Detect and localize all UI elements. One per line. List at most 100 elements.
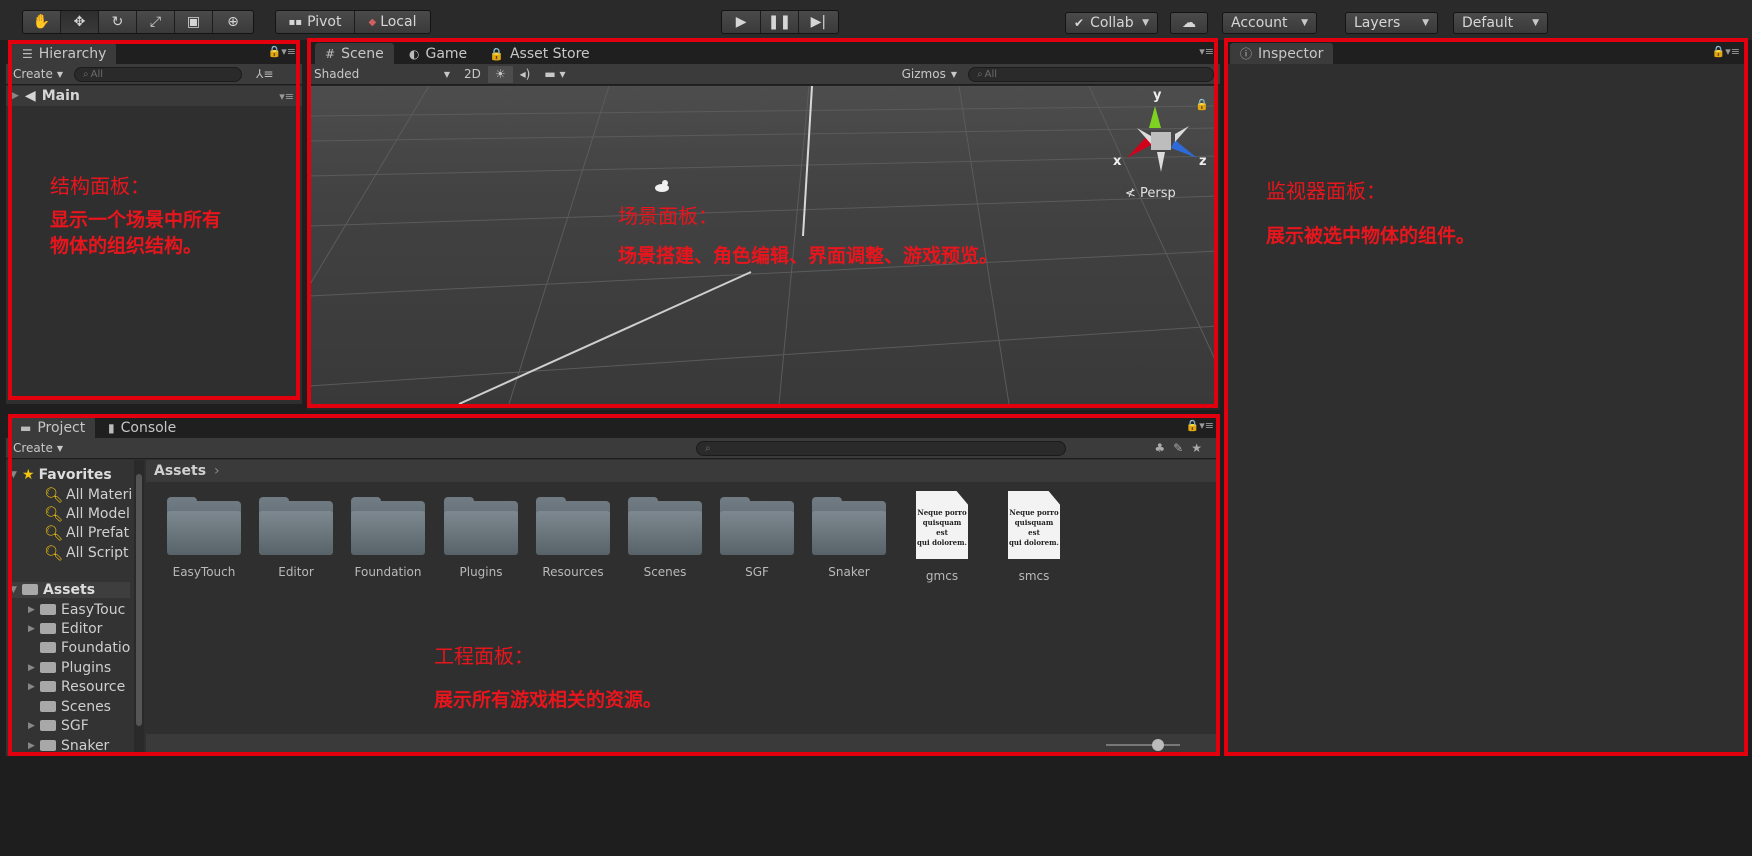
scene-annotation-desc: 场景搭建、角色编辑、界面调整、游戏预览。 [618, 245, 999, 267]
asset-folder[interactable]: Foundation [343, 497, 433, 579]
panel-menu-icon[interactable]: 🔒▾≡ [1712, 45, 1740, 58]
collab-dropdown[interactable]: ✔ Collab ▼ [1065, 12, 1158, 34]
rect-icon[interactable]: ▣ [175, 11, 213, 33]
chevron-down-icon: ▼ [1422, 18, 1429, 28]
asset-folder[interactable]: Plugins [436, 497, 526, 579]
panel-menu-icon[interactable]: 🔒▾≡ [1186, 419, 1214, 432]
tab-inspector[interactable]: ⓘ Inspector [1230, 43, 1334, 64]
scale-icon[interactable]: ⤢ [137, 11, 175, 33]
favorites-label: Favorites [38, 467, 112, 483]
tab-project[interactable]: ▬ Project [10, 417, 96, 438]
effects-icon[interactable]: ▬ ▾ [537, 66, 572, 83]
audio-icon[interactable]: ◂) [513, 66, 538, 83]
shading-mode-dropdown[interactable]: Shaded ▼ [307, 66, 457, 83]
folder-icon [40, 603, 56, 615]
asset-folder[interactable]: Editor [251, 497, 341, 579]
scene-menu-icon[interactable]: ▾≡ [279, 90, 294, 103]
cloud-button[interactable]: ☁ [1170, 12, 1208, 34]
hierarchy-search-input[interactable]: ⌕ All [74, 66, 243, 82]
favorites-row[interactable]: ▼ ★ Favorites [10, 467, 112, 483]
project-folder-tree: ▼ ★ Favorites 🔍︎ All Materi 🔍︎ All Model 🔍… [6, 460, 144, 756]
tree-folder[interactable]: Foundatio [28, 640, 130, 656]
folder-icon [628, 497, 702, 555]
hierarchy-create-button[interactable]: Create ▼ [6, 66, 70, 83]
orientation-gizmo[interactable]: y x z ≮ Persp [1113, 88, 1207, 206]
step-icon[interactable]: ▶| [799, 11, 838, 33]
asset-name: Resources [542, 565, 604, 579]
play-icon[interactable]: ▶ [722, 11, 762, 33]
asset-text-file[interactable]: Neque porro quisquam est qui dolorem. gmcs [897, 491, 987, 583]
tab-scene[interactable]: # Scene [315, 43, 394, 64]
transform-icon[interactable]: ⊕ [213, 11, 253, 33]
projection-label: Persp [1140, 186, 1176, 201]
hand-icon[interactable]: ✋ [23, 11, 61, 33]
tab-hierarchy[interactable]: ☰ Hierarchy [12, 43, 117, 64]
search-icon: ⌕ [83, 68, 89, 80]
favorite-item[interactable]: 🔍︎ All Script [44, 544, 128, 562]
folder-icon [40, 661, 56, 673]
gizmos-dropdown[interactable]: Gizmos ▼ [895, 66, 964, 83]
asset-folder[interactable]: Resources [528, 497, 618, 579]
tab-asset-store[interactable]: 🔒 Asset Store [479, 43, 600, 64]
tree-folder[interactable]: ▶ Editor [28, 621, 102, 637]
pivot-button[interactable]: ▪▪ Pivot [276, 11, 355, 33]
favorite-item[interactable]: 🔍︎ All Model [44, 505, 130, 523]
search-icon: ⌕ [977, 68, 983, 80]
tree-folder[interactable]: Scenes [28, 699, 111, 715]
tree-folder-label: EasyTouc [61, 602, 126, 618]
scene-search-input[interactable]: ⌕ All [968, 66, 1214, 82]
panel-menu-icon[interactable]: ▾≡ [1199, 45, 1214, 58]
project-annotation-title: 工程面板： [434, 644, 534, 668]
tree-folder[interactable]: ▶ EasyTouc [28, 602, 125, 618]
scene-row[interactable]: ▶ ◀ Main ▾≡ [6, 86, 302, 106]
tree-folder[interactable]: ▶ Resource [28, 679, 125, 695]
layers-label: Layers [1354, 15, 1401, 31]
tab-game[interactable]: ◐ Game [399, 43, 477, 64]
projection-toggle[interactable]: ≮ Persp [1125, 186, 1176, 201]
local-button[interactable]: ◆ Local [355, 11, 430, 33]
icon-size-slider[interactable] [1106, 744, 1180, 746]
filter-icons[interactable]: ♣✎★ [1154, 441, 1210, 455]
asset-folder[interactable]: Snaker [804, 497, 894, 579]
slider-handle[interactable] [1152, 739, 1164, 751]
layout-label: Default [1462, 15, 1514, 31]
assets-row[interactable]: ▼ Assets [10, 582, 130, 598]
project-create-button[interactable]: Create ▼ [6, 440, 70, 457]
asset-folder[interactable]: EasyTouch [159, 497, 249, 579]
asset-text-file[interactable]: Neque porro quisquam est qui dolorem. smcs [989, 491, 1079, 583]
inspector-tabstrip: ⓘ Inspector 🔒▾≡ [1226, 40, 1746, 64]
tab-project-label: Project [37, 419, 86, 436]
sort-icon[interactable]: ⅄≡ [256, 67, 273, 81]
scrollbar-thumb[interactable] [136, 474, 142, 726]
favorite-item[interactable]: 🔍︎ All Materi [44, 486, 132, 504]
layers-dropdown[interactable]: Layers ▼ [1345, 12, 1438, 34]
pause-icon[interactable]: ❚❚ [761, 11, 799, 33]
asset-folder[interactable]: SGF [712, 497, 802, 579]
move-icon[interactable]: ✥ [61, 11, 99, 33]
shading-mode-label: Shaded [314, 67, 360, 81]
tab-console[interactable]: ▮ Console [98, 417, 186, 438]
account-dropdown[interactable]: Account ▼ [1222, 12, 1317, 34]
tab-game-label: Game [425, 45, 468, 62]
pivot-label: Pivot [307, 14, 342, 30]
tree-folder-label: Snaker [61, 738, 110, 754]
project-footer [146, 734, 1220, 756]
project-annotation-desc: 展示所有游戏相关的资源。 [434, 689, 663, 711]
tree-scrollbar[interactable] [134, 460, 144, 756]
mode-2d-button[interactable]: 2D [457, 66, 488, 83]
text-file-icon: Neque porro quisquam est qui dolorem. [1008, 491, 1060, 559]
project-search-input[interactable]: ⌕ [696, 440, 1067, 456]
tree-folder[interactable]: ▶ Snaker [28, 738, 109, 754]
layout-dropdown[interactable]: Default ▼ [1453, 12, 1548, 34]
tree-folder[interactable]: ▶ Plugins [28, 660, 111, 676]
chevron-down-icon: ▼ [1532, 18, 1539, 28]
lock-icon[interactable]: 🔒 [1195, 98, 1209, 111]
asset-folder[interactable]: Scenes [620, 497, 710, 579]
breadcrumb-assets[interactable]: Assets [154, 463, 206, 479]
lighting-icon[interactable]: ☀ [487, 65, 513, 83]
rotate-icon[interactable]: ↻ [99, 11, 137, 33]
tree-folder[interactable]: ▶ SGF [28, 718, 89, 734]
doc-preview-line: quisquam est [1014, 518, 1054, 537]
favorite-item[interactable]: 🔍︎ All Prefat [44, 524, 129, 542]
panel-menu-icon[interactable]: 🔒▾≡ [268, 45, 296, 58]
